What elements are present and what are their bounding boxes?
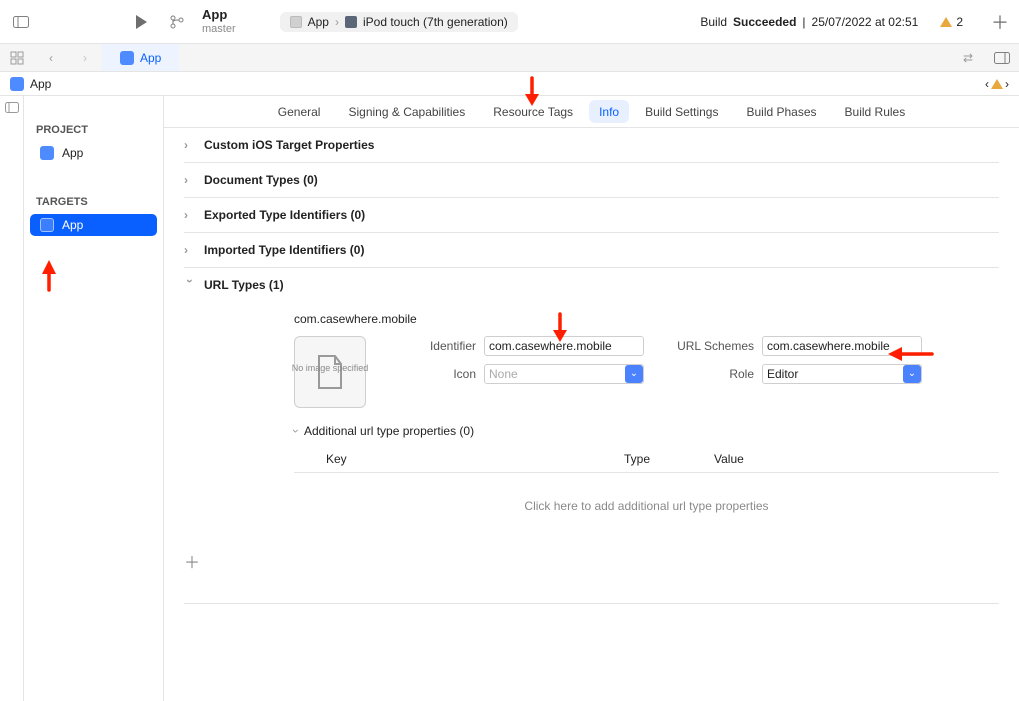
chevron-right-icon: › [335,15,339,29]
add-button[interactable]: ＋ [991,9,1009,35]
branch-icon[interactable] [166,11,188,33]
stepper-icon: ⌄ [903,365,921,383]
chevron-right-icon: › [184,138,196,152]
target-item-app[interactable]: App [30,214,157,236]
url-schemes-label: URL Schemes [674,339,754,353]
section-label: URL Types (1) [204,278,284,292]
project-header: PROJECT [24,116,163,140]
warnings-chip[interactable]: 2 [940,15,963,29]
col-type: Type [624,446,714,472]
project-item-label: App [62,146,83,160]
chevron-right-icon: › [184,208,196,222]
app-chip-icon [120,51,134,65]
role-value: Editor [767,367,798,381]
role-select[interactable]: Editor ⌄ [762,364,922,384]
url-type-name: com.casewhere.mobile [294,308,999,336]
section-label: Exported Type Identifiers (0) [204,208,365,222]
table-empty-message[interactable]: Click here to add additional url type pr… [294,473,999,539]
chevron-right-icon: › [184,173,196,187]
tab-signing[interactable]: Signing & Capabilities [334,96,479,127]
product-name: App [202,8,236,22]
chevron-down-icon: › [183,279,197,291]
app-chip-icon [40,146,54,160]
branch-name: master [202,23,236,35]
tab-build-settings[interactable]: Build Settings [631,96,732,127]
tab-build-phases[interactable]: Build Phases [732,96,830,127]
editor-tabs: General Signing & Capabilities Resource … [164,96,1019,128]
device-icon [345,16,357,28]
annotation-arrow-url-schemes [888,344,932,364]
chevron-down-icon: › [289,429,303,433]
nav-back-icon[interactable]: ‹ [34,51,68,65]
section-label: Document Types (0) [204,173,318,187]
add-url-type-button[interactable]: ＋ [184,539,999,573]
status-result: Succeeded [733,15,796,29]
section-label: Custom iOS Target Properties [204,138,374,152]
role-label: Role [674,367,754,381]
warning-icon [940,17,952,27]
section-imported-identifiers[interactable]: › Imported Type Identifiers (0) [184,233,999,268]
url-type-entry: com.casewhere.mobile No image specified … [184,302,999,604]
project-item-app[interactable]: App [30,142,157,164]
scheme-device: iPod touch (7th generation) [363,15,508,29]
warning-count: 2 [956,15,963,29]
tab-general[interactable]: General [264,96,335,127]
additional-properties-table: Key Type Value Click here to add additio… [294,446,999,539]
section-url-types[interactable]: › URL Types (1) [184,268,999,302]
review-icon[interactable]: ⇄ [951,44,985,71]
icon-select[interactable]: None ⌄ [484,364,644,384]
targets-header: TARGETS [24,188,163,212]
main-toolbar: App master App › iPod touch (7th generat… [0,0,1019,44]
section-exported-identifiers[interactable]: › Exported Type Identifiers (0) [184,198,999,233]
status-prefix: Build [700,15,727,29]
nav-forward-icon[interactable]: › [68,51,102,65]
col-value: Value [714,446,999,472]
document-outline-toggle[interactable] [0,96,24,701]
additional-properties-toggle[interactable]: › Additional url type properties (0) [294,424,999,438]
chevron-right-icon: › [184,243,196,257]
stepper-icon: ⌄ [625,365,643,383]
status-sep: | [802,15,805,29]
tab-build-rules[interactable]: Build Rules [831,96,920,127]
app-chip-icon [290,16,302,28]
thumb-text: No image specified [292,364,369,373]
tab-info[interactable]: Info [589,100,629,123]
toggle-inspector-icon[interactable] [985,44,1019,71]
scheme-selector[interactable]: App › iPod touch (7th generation) [280,12,518,32]
identifier-label: Identifier [396,339,476,353]
window-tab-app[interactable]: App [102,44,179,71]
crumb-app[interactable]: App [30,77,51,91]
status-time: 25/07/2022 at 02:51 [812,15,919,29]
window-tab-label: App [140,51,161,65]
col-key: Key [294,446,624,472]
target-item-label: App [62,218,83,232]
project-sidebar: PROJECT App TARGETS App [24,96,164,701]
app-chip-icon [10,77,24,91]
scheme-title[interactable]: App master [202,8,236,34]
annotation-arrow-info-tab [522,78,542,108]
icon-label: Icon [396,367,476,381]
table-header: Key Type Value [294,446,999,473]
section-document-types[interactable]: › Document Types (0) [184,163,999,198]
build-status: Build Succeeded | 25/07/2022 at 02:51 2 [700,15,963,29]
section-label: Imported Type Identifiers (0) [204,243,364,257]
breadcrumb-bar: App ‹ › [0,72,1019,96]
window-tab-strip: ‹ › App ⇄ [0,44,1019,72]
crumb-next-icon[interactable]: › [1005,77,1009,91]
toggle-sidebar-icon[interactable] [10,11,32,33]
url-icon-well[interactable]: No image specified [294,336,366,408]
editor-area: General Signing & Capabilities Resource … [164,96,1019,701]
warning-icon[interactable] [991,79,1003,89]
section-custom-properties[interactable]: › Custom iOS Target Properties [184,128,999,163]
run-button[interactable] [130,11,152,33]
crumb-prev-icon[interactable]: ‹ [985,77,989,91]
annotation-arrow-identifier [550,314,570,344]
app-chip-icon [40,218,54,232]
scheme-app: App [308,15,329,29]
icon-value: None [489,367,518,381]
additional-title: Additional url type properties (0) [304,424,474,438]
grid-icon[interactable] [0,44,34,71]
